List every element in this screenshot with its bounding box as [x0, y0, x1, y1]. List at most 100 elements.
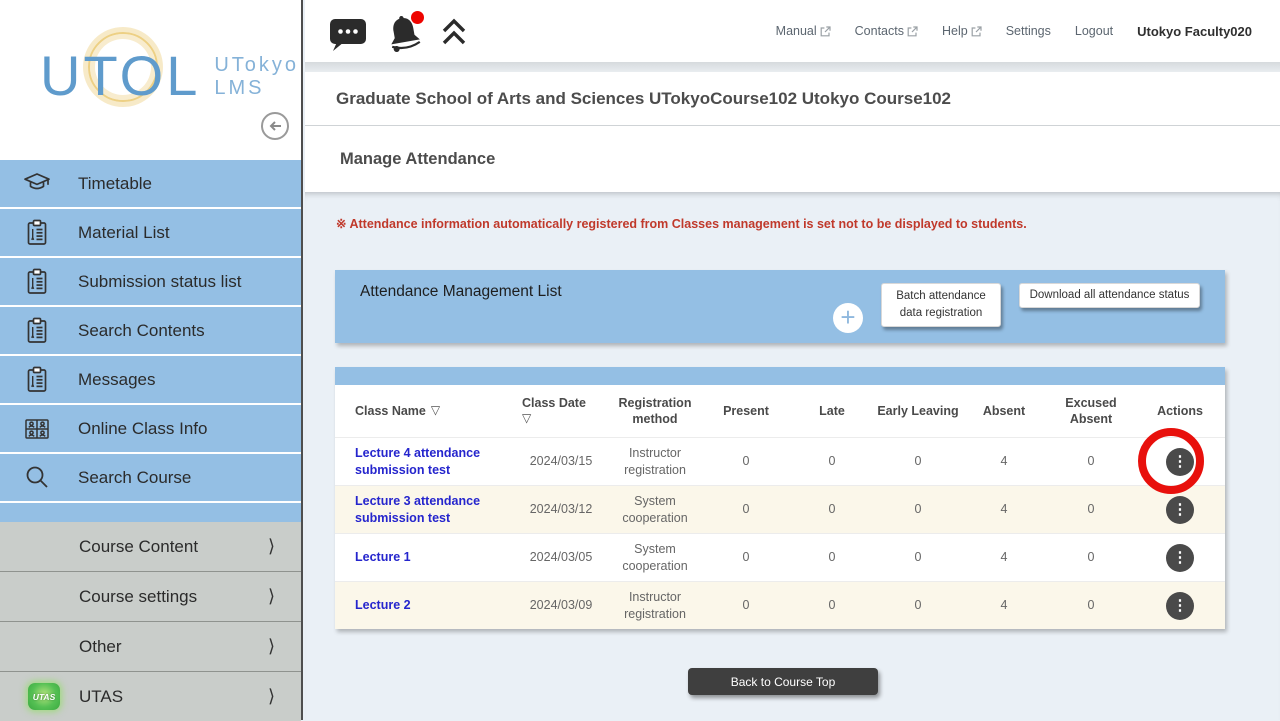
vertical-ellipsis-icon: ⋮ [1173, 550, 1188, 565]
registration-method-cell: System cooperation [607, 534, 703, 581]
sidebar-collapse-button[interactable] [261, 112, 289, 140]
sidebar-item-utas[interactable]: UTAS UTAS ⟩ [0, 671, 301, 721]
column-header-class-date[interactable]: Class Date ▽ [515, 385, 607, 437]
class-link[interactable]: Lecture 2 [355, 597, 411, 614]
registration-method-cell: Instructor registration [607, 438, 703, 485]
vertical-ellipsis-icon: ⋮ [1173, 598, 1188, 613]
logout-link[interactable]: Logout [1075, 24, 1113, 38]
sidebar-item-timetable[interactable]: Timetable [0, 160, 301, 207]
title-band: Graduate School of Arts and Sciences UTo… [305, 72, 1280, 192]
attendance-table: Class Name ▽ Class Date ▽ Registration m… [335, 367, 1225, 629]
column-header-late: Late [789, 385, 875, 437]
sort-icon[interactable]: ▽ [431, 403, 440, 419]
column-header-early-leaving: Early Leaving [875, 385, 961, 437]
sidebar-item-other[interactable]: Other ⟩ [0, 621, 301, 671]
row-actions-menu-button[interactable]: ⋮ [1166, 544, 1194, 572]
class-link[interactable]: Lecture 4 attendance submission test [355, 445, 507, 479]
sidebar: UTOL UTokyo LMS Timetable Material List [0, 0, 303, 720]
settings-link[interactable]: Settings [1006, 24, 1051, 38]
late-cell: 0 [789, 582, 875, 629]
logo-area: UTOL UTokyo LMS [0, 0, 301, 160]
table-row: Lecture 4 attendance submission test 202… [335, 437, 1225, 485]
sidebar-item-search-course[interactable]: Search Course [0, 454, 301, 501]
excused-absent-cell: 0 [1047, 438, 1135, 485]
class-link[interactable]: Lecture 1 [355, 549, 411, 566]
class-link[interactable]: Lecture 3 attendance submission test [355, 493, 507, 527]
external-link-icon [820, 26, 831, 37]
batch-attendance-registration-button[interactable]: Batch attendance data registration [881, 283, 1001, 327]
page-title: Manage Attendance [305, 126, 1280, 192]
present-cell: 0 [703, 486, 789, 533]
vertical-ellipsis-icon: ⋮ [1173, 502, 1188, 517]
clipboard-icon [20, 267, 54, 297]
excused-absent-cell: 0 [1047, 582, 1135, 629]
table-row: Lecture 3 attendance submission test 202… [335, 485, 1225, 533]
help-link[interactable]: Help [942, 24, 982, 38]
class-date-cell: 2024/03/12 [515, 486, 607, 533]
late-cell: 0 [789, 534, 875, 581]
class-date-cell: 2024/03/15 [515, 438, 607, 485]
late-cell: 0 [789, 486, 875, 533]
sidebar-primary-nav: Timetable Material List Submission statu… [0, 160, 301, 522]
sidebar-item-material-list[interactable]: Material List [0, 209, 301, 256]
logo-subtitle: UTokyo LMS [214, 54, 299, 100]
contacts-link[interactable]: Contacts [855, 24, 918, 38]
chevron-right-icon: ⟩ [268, 686, 275, 707]
header-shadow [305, 62, 1280, 72]
sidebar-secondary-nav: Course Content ⟩ Course settings ⟩ Other… [0, 522, 301, 721]
table-header-row: Class Name ▽ Class Date ▽ Registration m… [335, 385, 1225, 437]
external-link-icon [907, 26, 918, 37]
notification-badge [411, 11, 424, 24]
plus-icon: + [840, 304, 855, 330]
absent-cell: 4 [961, 486, 1047, 533]
early-leaving-cell: 0 [875, 534, 961, 581]
course-title: Graduate School of Arts and Sciences UTo… [305, 72, 1280, 126]
main-content: ※ Attendance information automatically r… [305, 192, 1280, 720]
column-header-class-name[interactable]: Class Name ▽ [335, 385, 515, 437]
sort-icon[interactable]: ▽ [522, 411, 531, 427]
username-label: Utokyo Faculty020 [1137, 24, 1252, 39]
clipboard-icon [20, 316, 54, 346]
row-actions-menu-button[interactable]: ⋮ [1166, 496, 1194, 524]
chevron-right-icon: ⟩ [268, 536, 275, 557]
notification-bell-icon[interactable] [381, 8, 427, 56]
excused-absent-cell: 0 [1047, 486, 1135, 533]
collapse-header-icon[interactable] [439, 17, 469, 47]
download-all-attendance-button[interactable]: Download all attendance status [1019, 283, 1200, 308]
chevron-right-icon: ⟩ [268, 586, 275, 607]
chevron-right-icon: ⟩ [268, 636, 275, 657]
column-header-present: Present [703, 385, 789, 437]
present-cell: 0 [703, 438, 789, 485]
utol-logo: UTOL [40, 48, 200, 104]
panel-title: Attendance Management List [360, 283, 562, 301]
absent-cell: 4 [961, 582, 1047, 629]
back-to-course-top-button[interactable]: Back to Course Top [688, 668, 878, 695]
sidebar-item-messages[interactable]: Messages [0, 356, 301, 403]
utas-logo-icon: UTAS [28, 683, 60, 710]
table-top-strip [335, 367, 1225, 385]
registration-method-cell: Instructor registration [607, 582, 703, 629]
add-attendance-button[interactable]: + [833, 303, 863, 333]
topbar: Manual Contacts Help Settings Logout Uto… [305, 0, 1280, 62]
sidebar-item-course-settings[interactable]: Course settings ⟩ [0, 571, 301, 621]
present-cell: 0 [703, 534, 789, 581]
class-date-cell: 2024/03/09 [515, 582, 607, 629]
excused-absent-cell: 0 [1047, 534, 1135, 581]
sidebar-item-online-class-info[interactable]: Online Class Info [0, 405, 301, 452]
sidebar-item-search-contents[interactable]: Search Contents [0, 307, 301, 354]
video-participants-icon [20, 414, 54, 444]
clipboard-icon [20, 218, 54, 248]
row-actions-menu-button[interactable]: ⋮ [1166, 448, 1194, 476]
topnav: Manual Contacts Help Settings Logout Uto… [776, 0, 1252, 62]
absent-cell: 4 [961, 438, 1047, 485]
sidebar-item-submission-status-list[interactable]: Submission status list [0, 258, 301, 305]
attendance-warning-note: ※ Attendance information automatically r… [336, 216, 1027, 231]
late-cell: 0 [789, 438, 875, 485]
manual-link[interactable]: Manual [776, 24, 831, 38]
present-cell: 0 [703, 582, 789, 629]
chat-icon[interactable] [327, 12, 369, 52]
attendance-management-panel: Attendance Management List + Batch atten… [335, 270, 1225, 343]
row-actions-menu-button[interactable]: ⋮ [1166, 592, 1194, 620]
sidebar-item-course-content[interactable]: Course Content ⟩ [0, 522, 301, 571]
class-date-cell: 2024/03/05 [515, 534, 607, 581]
